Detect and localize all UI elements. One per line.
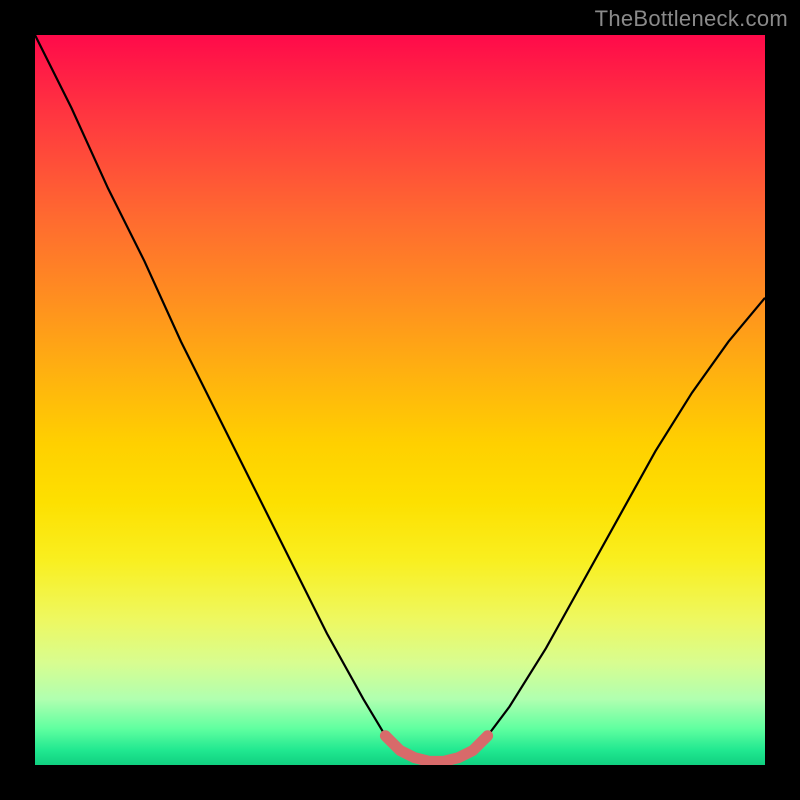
- chart-frame: TheBottleneck.com: [0, 0, 800, 800]
- watermark-text: TheBottleneck.com: [595, 6, 788, 32]
- bottleneck-curve: [35, 35, 765, 761]
- optimal-zone-highlight: [385, 736, 487, 762]
- chart-plot-area: [35, 35, 765, 765]
- chart-svg: [35, 35, 765, 765]
